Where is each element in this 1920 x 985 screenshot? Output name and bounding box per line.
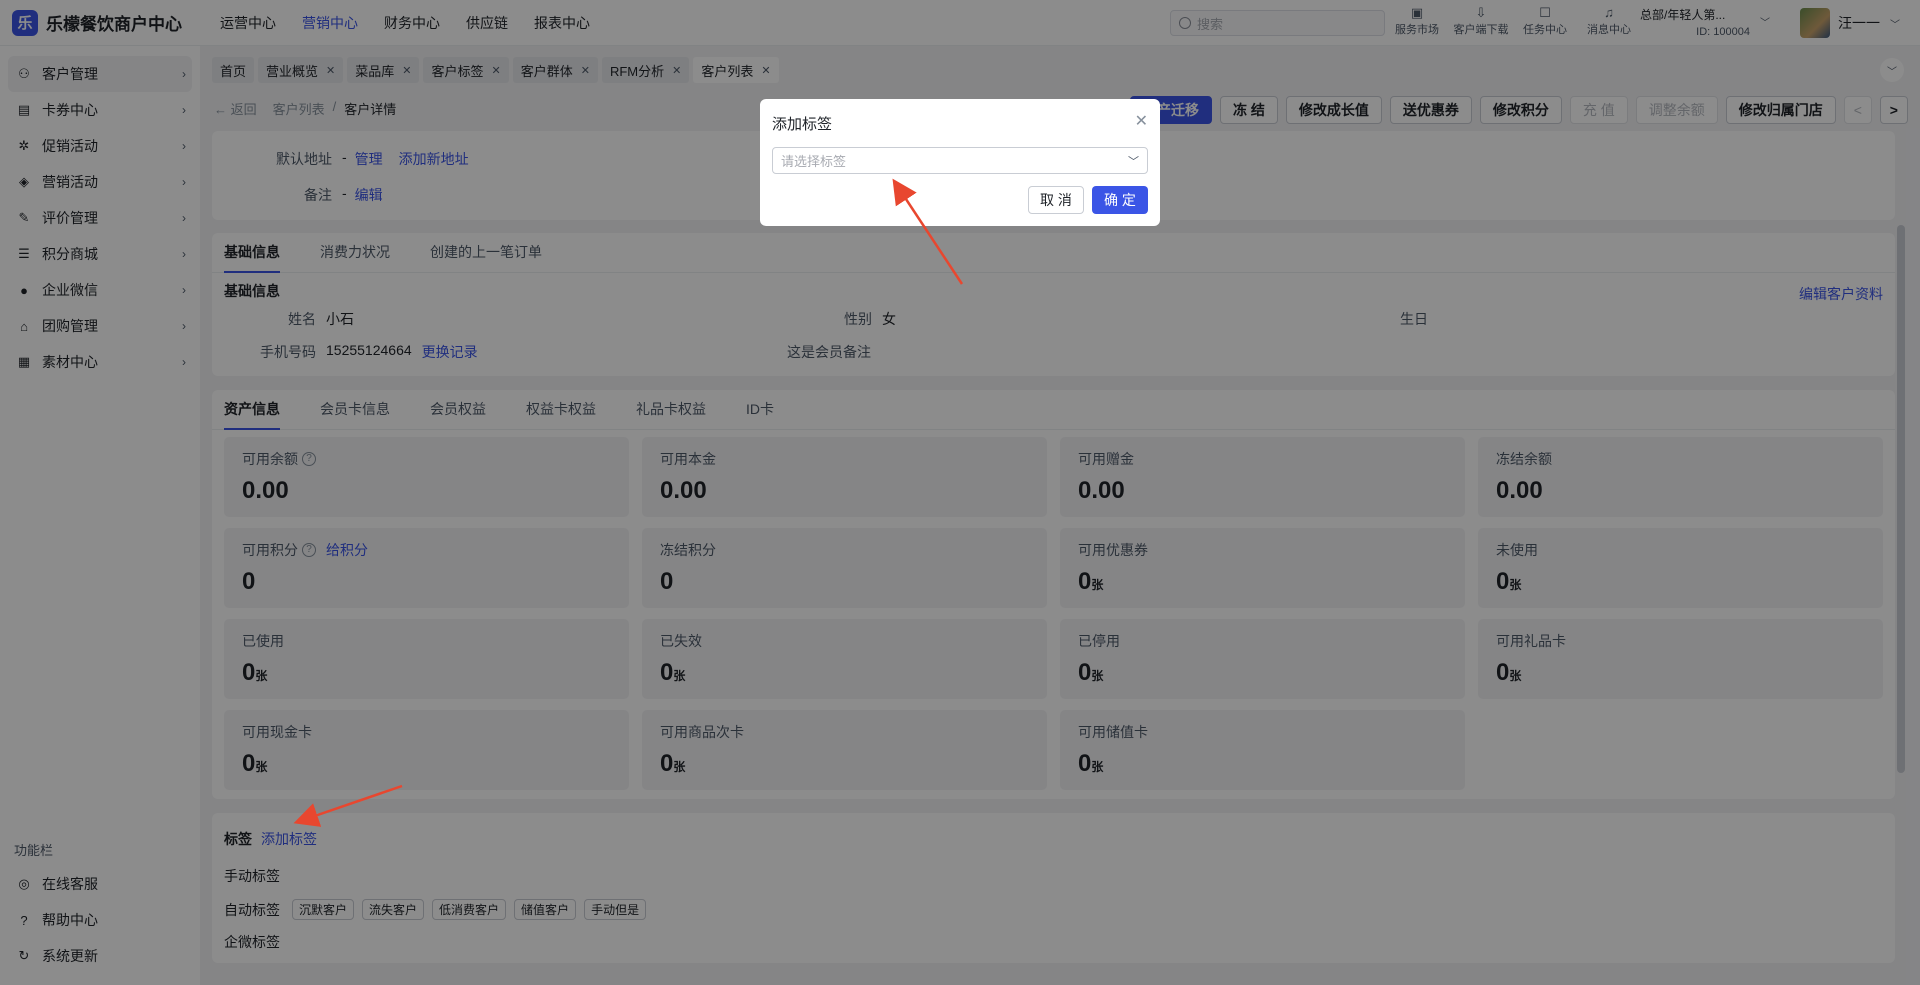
add-tag-dialog: 添加标签 ✕ 请选择标签 ﹀ 取 消 确 定 <box>760 99 1160 226</box>
dialog-title: 添加标签 <box>772 116 833 133</box>
chevron-down-icon: ﹀ <box>1128 155 1139 168</box>
tag-select-placeholder: 请选择标签 <box>781 154 847 169</box>
confirm-button[interactable]: 确 定 <box>1092 186 1148 214</box>
close-icon[interactable]: ✕ <box>1135 111 1148 131</box>
cancel-button[interactable]: 取 消 <box>1028 186 1084 214</box>
tag-select[interactable]: 请选择标签 ﹀ <box>772 147 1148 174</box>
